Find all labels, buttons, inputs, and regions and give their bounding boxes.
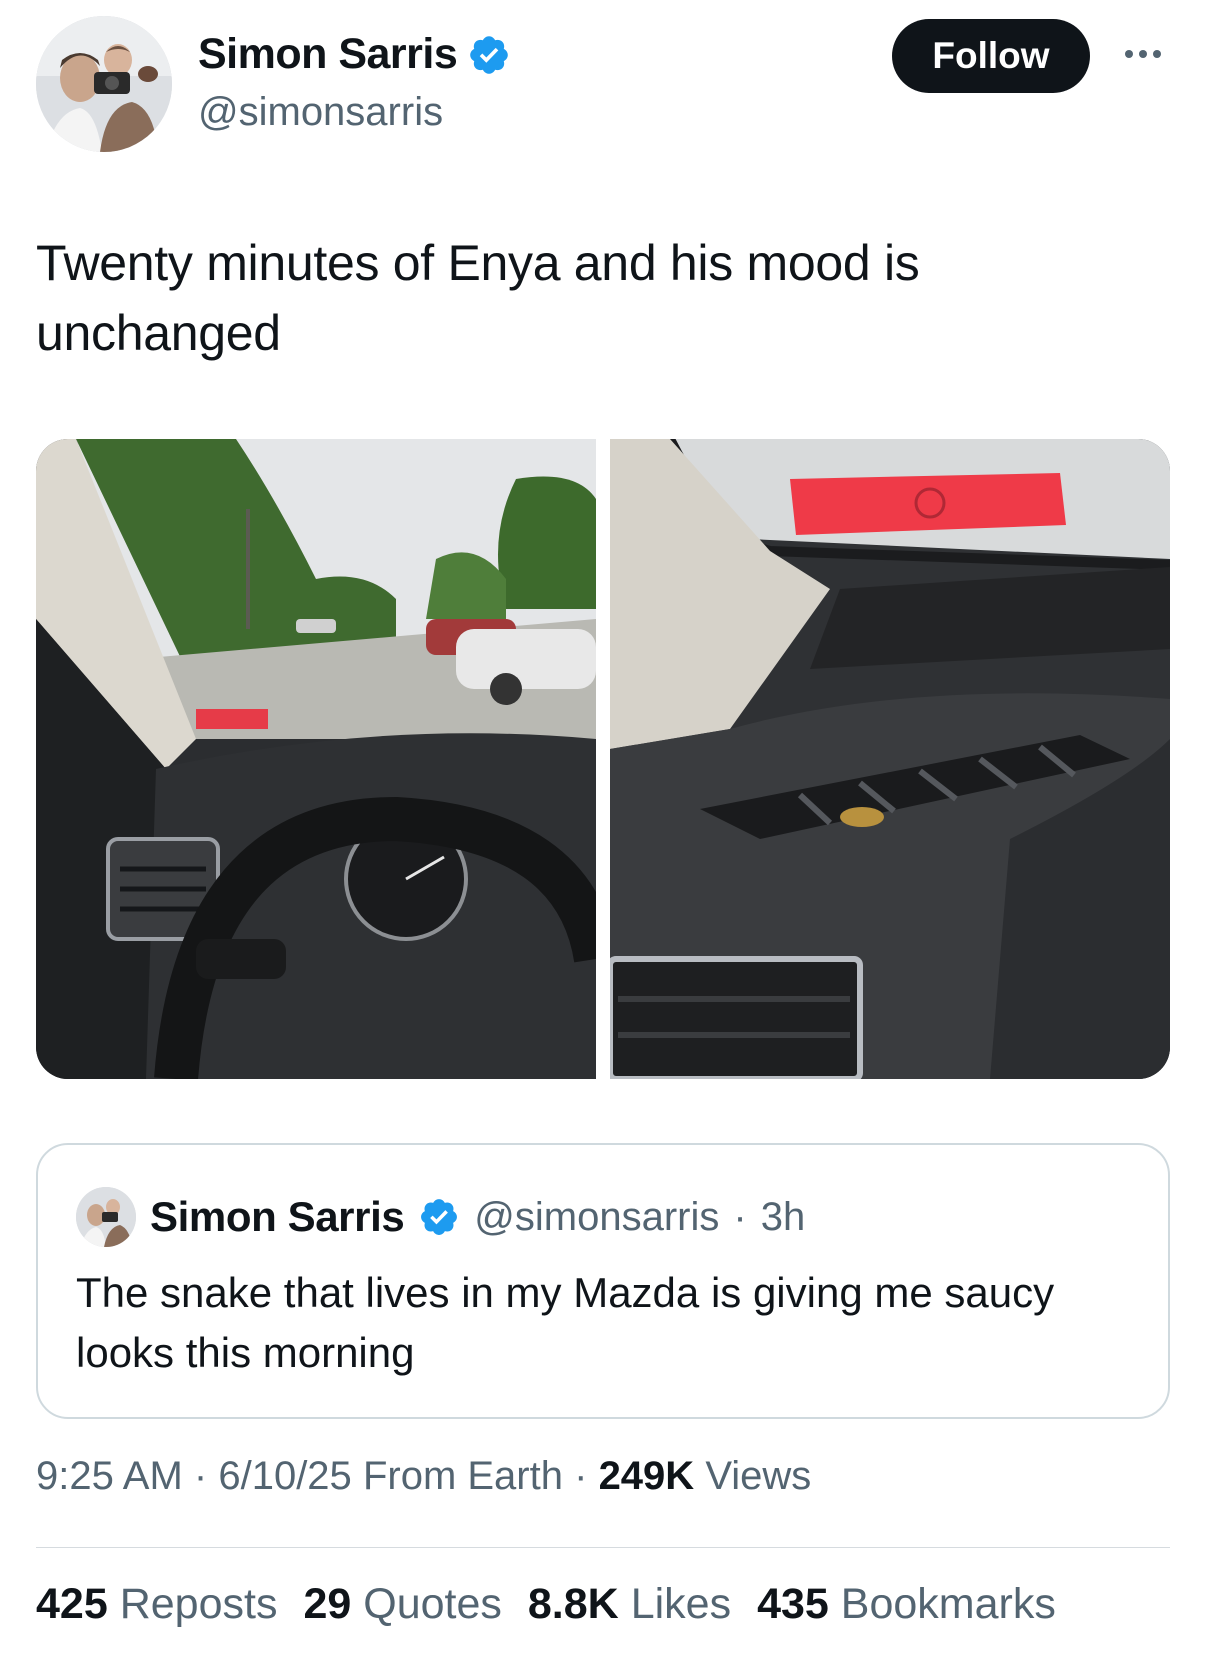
stat-count: 435 <box>757 1580 829 1628</box>
quoted-tweet-header: Simon Sarris @simonsarris · 3h <box>76 1185 805 1249</box>
views-count[interactable]: 249K <box>599 1454 695 1498</box>
stat-label: Likes <box>630 1580 732 1628</box>
quoted-tweet-time[interactable]: 3h <box>761 1195 806 1240</box>
tweet-page: Simon Sarris @simonsarris Follow Twenty … <box>0 0 1206 1654</box>
author-handle[interactable]: @simonsarris <box>198 90 443 135</box>
stat-label: Quotes <box>363 1580 502 1628</box>
engagement-stats: 425 Reposts 29 Quotes 8.8K Likes 435 Boo… <box>36 1580 1056 1629</box>
stat-count: 8.8K <box>527 1580 619 1628</box>
quoted-tweet-text: The snake that lives in my Mazda is givi… <box>76 1269 1055 1376</box>
stat-bookmarks[interactable]: 435 Bookmarks <box>757 1580 1056 1629</box>
stat-label: Bookmarks <box>840 1580 1056 1628</box>
photo-dashboard-windshield[interactable] <box>36 439 596 1079</box>
author-avatar[interactable] <box>36 16 172 152</box>
meta-separator: · <box>193 1454 208 1498</box>
author-name[interactable]: Simon Sarris <box>198 30 458 79</box>
tweet-source: From Earth <box>362 1454 563 1498</box>
divider <box>36 1547 1170 1548</box>
quoted-author-avatar[interactable] <box>76 1187 136 1247</box>
photo-dashboard-vent-snake[interactable] <box>610 439 1170 1079</box>
stat-count: 29 <box>303 1580 352 1628</box>
media-grid <box>36 439 1170 1079</box>
quoted-tweet-card[interactable]: Simon Sarris @simonsarris · 3h The snake… <box>36 1143 1170 1419</box>
tweet-meta: 9:25 AM · 6/10/25 From Earth · 249K View… <box>36 1454 811 1499</box>
stat-likes[interactable]: 8.8K Likes <box>528 1580 731 1629</box>
follow-button[interactable]: Follow <box>892 19 1090 93</box>
meta-separator: · <box>574 1454 588 1498</box>
verified-badge-icon <box>421 1199 458 1235</box>
stat-count: 425 <box>36 1580 108 1628</box>
tweet-text: Twenty minutes of Enya and his mood is u… <box>36 235 920 361</box>
more-dots-icon[interactable] <box>1118 36 1168 72</box>
quoted-author-name[interactable]: Simon Sarris <box>150 1193 405 1241</box>
stat-label: Reposts <box>119 1580 278 1628</box>
tweet-time[interactable]: 9:25 AM <box>36 1454 183 1498</box>
tweet-date[interactable]: 6/10/25 <box>218 1454 351 1498</box>
stat-quotes[interactable]: 29 Quotes <box>303 1580 501 1629</box>
author-name-row[interactable]: Simon Sarris <box>198 30 511 79</box>
quoted-meta-separator: · <box>733 1194 747 1239</box>
quoted-author-handle[interactable]: @simonsarris <box>474 1195 719 1240</box>
verified-badge-icon <box>470 35 509 74</box>
stat-reposts[interactable]: 425 Reposts <box>36 1580 277 1629</box>
views-label[interactable]: Views <box>705 1454 811 1498</box>
